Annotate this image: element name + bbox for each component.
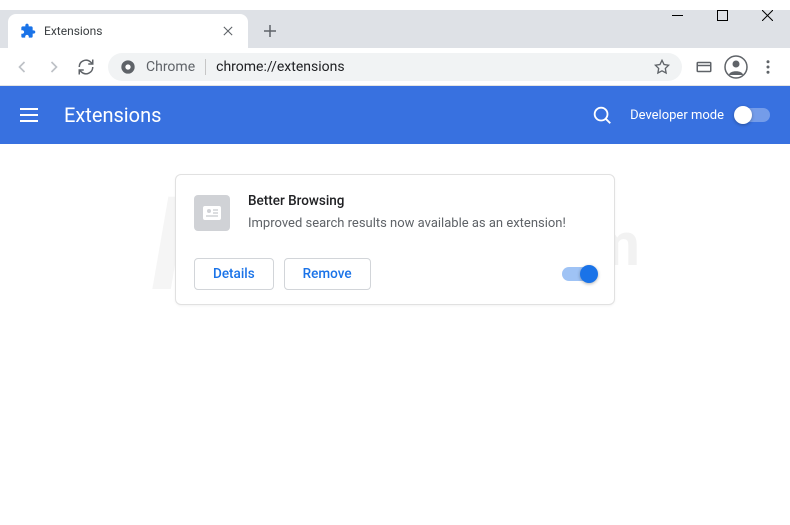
forward-button[interactable] <box>40 53 68 81</box>
extensions-page: Extensions Developer mode PCrisk.com Bet… <box>0 86 790 525</box>
extensions-content: PCrisk.com Better Browsing Improved sear… <box>0 144 790 335</box>
reload-button[interactable] <box>72 53 100 81</box>
close-tab-button[interactable] <box>220 23 236 39</box>
extension-enable-toggle[interactable] <box>562 267 596 281</box>
new-tab-button[interactable] <box>256 17 284 45</box>
developer-mode-toggle[interactable] <box>736 108 770 122</box>
back-button[interactable] <box>8 53 36 81</box>
omnibox[interactable]: Chrome chrome://extensions <box>108 53 682 81</box>
developer-mode-label: Developer mode <box>630 108 724 123</box>
omnibox-url: chrome://extensions <box>216 59 644 75</box>
card-reader-icon[interactable] <box>690 53 718 81</box>
details-button[interactable]: Details <box>194 258 274 290</box>
toggle-knob <box>580 265 598 283</box>
tab-extensions[interactable]: Extensions <box>8 14 248 48</box>
profile-avatar-icon[interactable] <box>722 53 750 81</box>
maximize-button[interactable] <box>700 0 745 30</box>
extension-icon <box>194 195 230 231</box>
puzzle-icon <box>20 23 36 39</box>
bookmark-star-icon[interactable] <box>654 59 670 75</box>
omnibox-separator <box>205 59 206 75</box>
window-controls <box>655 0 790 30</box>
menu-button[interactable] <box>754 53 782 81</box>
browser-toolbar: Chrome chrome://extensions <box>0 48 790 86</box>
extension-card: Better Browsing Improved search results … <box>175 174 615 305</box>
minimize-button[interactable] <box>655 0 700 30</box>
omnibox-scheme: Chrome <box>146 59 195 75</box>
extensions-header: Extensions Developer mode <box>0 86 790 144</box>
extension-name: Better Browsing <box>248 193 596 209</box>
remove-button[interactable]: Remove <box>284 258 371 290</box>
hamburger-menu-button[interactable] <box>20 103 44 127</box>
page-title: Extensions <box>64 103 590 127</box>
chrome-icon <box>120 59 136 75</box>
extension-description: Improved search results now available as… <box>248 215 596 234</box>
search-icon[interactable] <box>590 103 614 127</box>
close-window-button[interactable] <box>745 0 790 30</box>
tab-title: Extensions <box>44 24 212 38</box>
toggle-knob <box>734 106 752 124</box>
